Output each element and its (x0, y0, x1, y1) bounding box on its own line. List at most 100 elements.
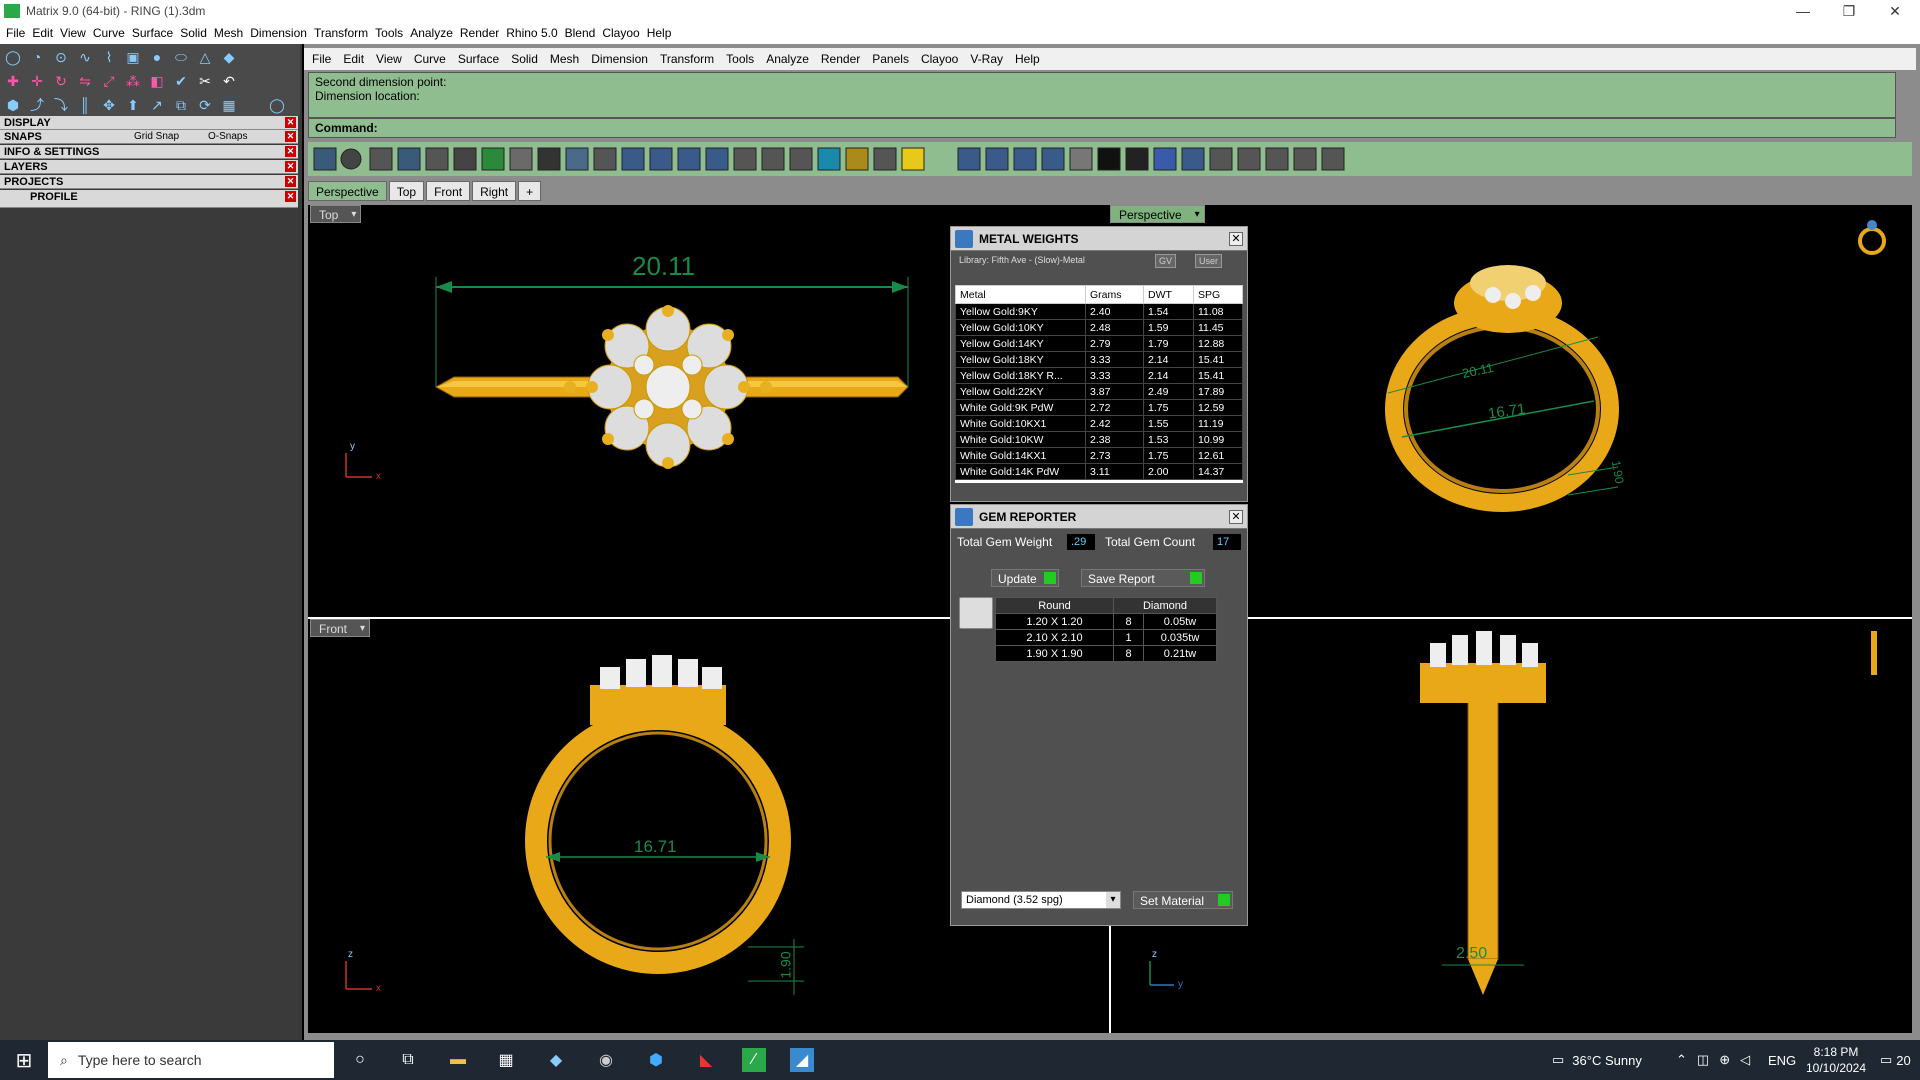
table-row[interactable]: White Gold:10KX1 2.42 1.55 11.19 (955, 415, 1243, 432)
ring-tool-icon[interactable]: ◯ (266, 94, 288, 116)
tab-top[interactable]: Top (388, 181, 425, 201)
menu-edit[interactable]: Edit (32, 26, 60, 40)
tab-front[interactable]: Front (426, 181, 471, 201)
table-row[interactable]: 2.10 X 2.10 1 0.035tw (995, 629, 1217, 646)
top-viewport-label[interactable]: Top (310, 205, 362, 224)
rhino-icon[interactable]: ◉ (594, 1048, 618, 1072)
profile-section[interactable]: PROFILE ✕ (0, 190, 298, 208)
mirror-tool-icon[interactable]: ⇋ (74, 70, 96, 92)
close-snaps-icon[interactable]: ✕ (285, 131, 296, 142)
update-button[interactable]: Update (991, 569, 1059, 587)
arc-tool-icon[interactable]: ◔ (26, 46, 48, 68)
flow-tool-icon[interactable]: ⤵ (50, 94, 72, 116)
user-toggle[interactable]: User (1195, 254, 1223, 268)
rhino-menu-view[interactable]: View (376, 52, 414, 66)
command-line[interactable]: Command: (308, 118, 1896, 138)
menu-surface[interactable]: Surface (132, 26, 180, 40)
col-spg[interactable]: SPG (1193, 285, 1243, 304)
perspective-viewport-label[interactable]: Perspective (1110, 205, 1205, 224)
rhino-menu-solid[interactable]: Solid (511, 52, 550, 66)
extrude-tool-icon[interactable]: ⬆ (122, 94, 144, 116)
menu-tools[interactable]: Tools (375, 26, 410, 40)
menu-render[interactable]: Render (460, 26, 506, 40)
close-info-icon[interactable]: ✕ (285, 146, 296, 157)
rhino-menu-clayoo[interactable]: Clayoo (921, 52, 970, 66)
table-row[interactable]: White Gold:10KW 2.38 1.53 10.99 (955, 431, 1243, 448)
gv-toggle[interactable]: GV (1155, 254, 1177, 268)
app-icon-1[interactable]: ◆ (544, 1048, 568, 1072)
box-tool-icon[interactable]: ▣ (122, 46, 144, 68)
snaps-section[interactable]: SNAPS Grid Snap O-Snaps ✕ (0, 130, 298, 144)
move-tool-icon[interactable]: ✚ (2, 70, 24, 92)
file-explorer-icon[interactable]: ▬ (446, 1048, 470, 1072)
boolean-tool-icon[interactable]: ◧ (146, 70, 168, 92)
close-display-icon[interactable]: ✕ (285, 117, 296, 128)
projects-section[interactable]: PROJECTS ✕ (0, 175, 298, 189)
chevron-up-icon[interactable]: ⌃ (1676, 1052, 1687, 1068)
circle-tool-icon[interactable]: ◯ (2, 46, 24, 68)
menu-help[interactable]: Help (647, 26, 679, 40)
rhino-menu-file[interactable]: File (312, 52, 343, 66)
menu-transform[interactable]: Transform (314, 26, 375, 40)
table-row[interactable]: 1.20 X 1.20 8 0.05tw (995, 613, 1217, 630)
rhino-menu-tools[interactable]: Tools (726, 52, 766, 66)
sweep-tool-icon[interactable]: ↗ (146, 94, 168, 116)
grid-snap-toggle[interactable]: Grid Snap (134, 130, 179, 144)
cone-tool-icon[interactable]: △ (194, 46, 216, 68)
close-projects-icon[interactable]: ✕ (285, 176, 296, 187)
rhino-menu-vray[interactable]: V-Ray (970, 52, 1015, 66)
rhino-menu-transform[interactable]: Transform (660, 52, 726, 66)
menu-curve[interactable]: Curve (93, 26, 132, 40)
bend-tool-icon[interactable]: ⤴ (26, 94, 48, 116)
gumball-tool-icon[interactable]: ✥ (98, 94, 120, 116)
cortana-icon[interactable]: ○ (348, 1048, 372, 1072)
table-row[interactable]: 1.90 X 1.90 8 0.21tw (995, 645, 1217, 662)
menu-view[interactable]: View (60, 26, 93, 40)
acrobat-icon[interactable]: ◣ (694, 1048, 718, 1072)
network-icon[interactable]: ◫ (1697, 1052, 1709, 1068)
cylinder-tool-icon[interactable]: ⬭ (170, 46, 192, 68)
weather[interactable]: ▭ 36°C Sunny (1552, 1040, 1642, 1080)
table-row[interactable]: White Gold:9K PdW 2.72 1.75 12.59 (955, 399, 1243, 416)
rhino-menu-render[interactable]: Render (821, 52, 872, 66)
polyline-tool-icon[interactable]: ⌇ (98, 46, 120, 68)
table-row[interactable]: White Gold:14K PdW 3.11 2.00 14.37 (955, 463, 1243, 480)
menu-rhino5[interactable]: Rhino 5.0 (506, 26, 564, 40)
save-report-button[interactable]: Save Report (1081, 569, 1205, 587)
revolve-tool-icon[interactable]: ⟳ (194, 94, 216, 116)
tab-right[interactable]: Right (472, 181, 517, 201)
rhino-menu-curve[interactable]: Curve (414, 52, 458, 66)
menu-analyze[interactable]: Analyze (410, 26, 460, 40)
info-settings-section[interactable]: INFO & SETTINGS ✕ (0, 145, 298, 159)
front-viewport-label[interactable]: Front (310, 619, 371, 638)
menu-blend[interactable]: Blend (565, 26, 603, 40)
spline-tool-icon[interactable]: ∿ (74, 46, 96, 68)
rhino-menu-edit[interactable]: Edit (343, 52, 376, 66)
measure-tool-icon[interactable]: ▦ (218, 94, 240, 116)
table-row[interactable]: Yellow Gold:9KY 2.40 1.54 11.08 (955, 303, 1243, 320)
menu-solid[interactable]: Solid (180, 26, 214, 40)
tab-add[interactable]: + (518, 181, 542, 201)
tray-icons[interactable]: ⌃ ◫ ⊕ ◁ (1676, 1040, 1760, 1080)
copy-tool-icon[interactable]: ✛ (26, 70, 48, 92)
display-section[interactable]: DISPLAY ✕ (0, 116, 298, 130)
scissors-tool-icon[interactable]: ✂ (194, 70, 216, 92)
material-select[interactable]: Diamond (3.52 spg) (961, 891, 1121, 909)
windows-start-icon[interactable]: ⊞ (12, 1048, 36, 1072)
tab-perspective[interactable]: Perspective (308, 181, 387, 201)
clock[interactable]: 8:18 PM 10/10/2024 (1806, 1040, 1866, 1080)
close-profile-icon[interactable]: ✕ (285, 191, 296, 202)
matrix-icon[interactable]: ∕ (742, 1048, 766, 1072)
app-icon-3[interactable]: ◢ (790, 1048, 814, 1072)
select-tool-icon[interactable]: ⬢ (2, 94, 24, 116)
rotate-tool-icon[interactable]: ↻ (50, 70, 72, 92)
col-dwt[interactable]: DWT (1143, 285, 1194, 304)
gem-tool-icon[interactable]: ◆ (218, 46, 240, 68)
array-tool-icon[interactable]: ⁂ (122, 70, 144, 92)
col-grams[interactable]: Grams (1085, 285, 1144, 304)
rhino-menu-dimension[interactable]: Dimension (591, 52, 660, 66)
loft-tool-icon[interactable]: ⧉ (170, 94, 192, 116)
close-button[interactable]: ✕ (1872, 0, 1918, 22)
menu-dimension[interactable]: Dimension (250, 26, 314, 40)
pipe-tool-icon[interactable]: ║ (74, 94, 96, 116)
